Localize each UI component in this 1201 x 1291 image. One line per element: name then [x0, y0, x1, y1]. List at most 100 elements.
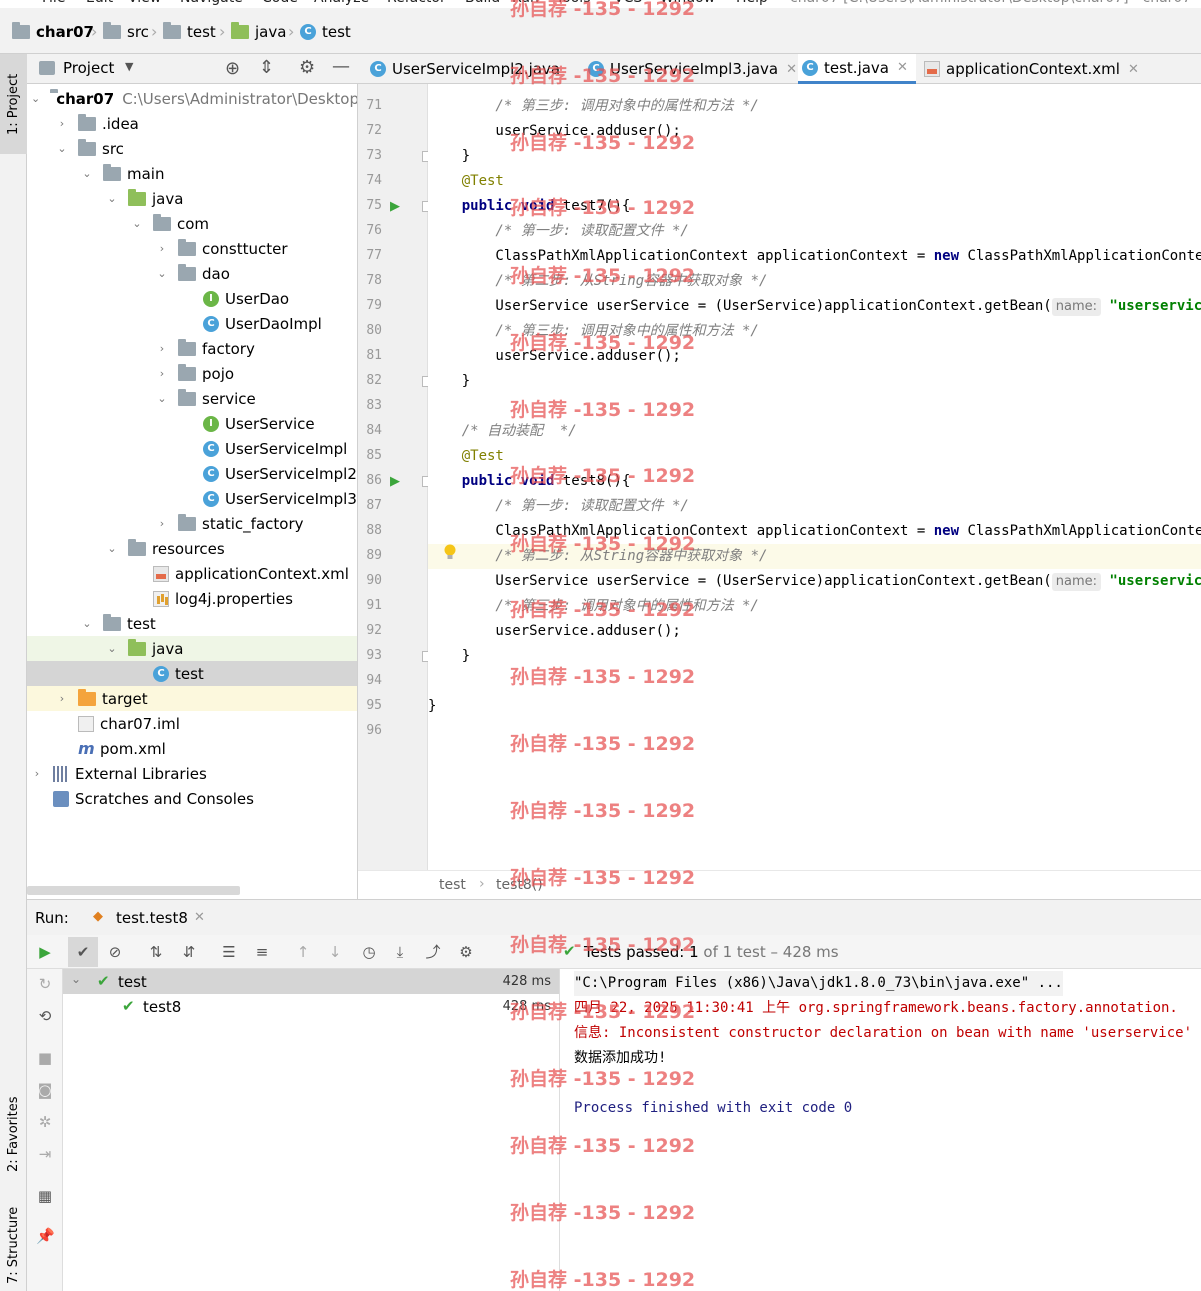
menu-item-edit[interactable]: Edit	[86, 0, 113, 6]
menu-item-help[interactable]: Help	[736, 0, 768, 6]
chevron-down-icon[interactable]: ⌄	[156, 392, 168, 405]
layout-icon[interactable]: ▦	[36, 1187, 54, 1205]
collapse-all-icon[interactable]: ⇕	[259, 57, 274, 78]
menu-item-tools[interactable]: Tools	[556, 0, 591, 6]
close-icon[interactable]: ✕	[1128, 62, 1139, 77]
chevron-down-icon[interactable]: ⌄	[106, 192, 118, 205]
tree-item[interactable]: C UserServiceImpl3	[27, 486, 357, 511]
structure-tool-tab[interactable]: 7: Structure	[0, 1199, 27, 1291]
editor-tab[interactable]: Ctest.java ✕	[798, 54, 916, 84]
menu-item-navigate[interactable]: Navigate	[180, 0, 243, 6]
close-icon[interactable]: ✕	[194, 910, 205, 925]
rerun-failed-icon[interactable]: ↻	[36, 975, 54, 993]
settings-icon[interactable]: ✲	[36, 1113, 54, 1131]
chevron-right-icon[interactable]: ›	[156, 367, 168, 380]
show-passed-icon[interactable]: ✔	[68, 937, 98, 967]
run-test-icon[interactable]: ▶	[390, 474, 404, 489]
tree-item[interactable]: › External Libraries	[27, 761, 357, 786]
tree-item[interactable]: C UserServiceImpl2	[27, 461, 357, 486]
chevron-right-icon[interactable]: ›	[156, 242, 168, 255]
test-suite-row[interactable]: ⌄ ✔ test 428 ms	[63, 969, 559, 994]
arrow-up-icon[interactable]: ↑	[294, 943, 312, 961]
chevron-down-icon[interactable]: ⌄	[131, 217, 143, 230]
tree-item[interactable]: I UserService	[27, 411, 357, 436]
menu-item-window[interactable]: Window	[660, 0, 715, 6]
breadcrumb-item[interactable]: test	[163, 21, 216, 43]
toggle-auto-test-icon[interactable]: ⟲	[36, 1007, 54, 1025]
show-ignored-icon[interactable]: ⊘	[106, 943, 124, 961]
sign-in-icon[interactable]: ⇥	[36, 1145, 54, 1163]
history-icon[interactable]: ◷	[360, 943, 378, 961]
chevron-down-icon[interactable]: ⌄	[106, 642, 118, 655]
tree-item[interactable]: ⌄ resources	[27, 536, 357, 561]
collapse-all-icon[interactable]: ≡	[253, 943, 271, 961]
rerun-icon[interactable]: ▶	[36, 943, 54, 961]
export-icon[interactable]: ⤴	[424, 943, 442, 961]
tree-item[interactable]: › factory	[27, 336, 357, 361]
camera-icon[interactable]: ◙	[36, 1081, 54, 1099]
import-icon[interactable]: ⤓	[391, 943, 409, 961]
tree-item[interactable]: log4j.properties	[27, 586, 357, 611]
pin-icon[interactable]: 📌	[36, 1227, 55, 1245]
horizontal-scrollbar[interactable]	[27, 886, 240, 895]
tree-item[interactable]: ⌄ com	[27, 211, 357, 236]
code-editor[interactable]: /* 第三步: 调用对象中的属性和方法 */ userService.addus…	[428, 84, 1201, 870]
chevron-right-icon[interactable]: ›	[156, 517, 168, 530]
menu-item-vcs[interactable]: VCS	[614, 0, 642, 6]
tree-item[interactable]: ⌄ test	[27, 611, 357, 636]
tree-item[interactable]: ⌄ char07 C:\Users\Administrator\Desktop	[27, 86, 357, 111]
run-test-icon[interactable]: ▶	[390, 199, 404, 214]
tree-item[interactable]: m pom.xml	[27, 736, 357, 761]
chevron-down-icon[interactable]: ⌄	[31, 92, 40, 105]
project-panel-title[interactable]: Project	[63, 59, 114, 77]
chevron-right-icon[interactable]: ›	[56, 692, 68, 705]
chevron-right-icon[interactable]: ›	[56, 117, 68, 130]
favorites-tool-tab[interactable]: 2: Favorites	[0, 1084, 27, 1184]
tree-item[interactable]: C UserServiceImpl	[27, 436, 357, 461]
expand-all-icon[interactable]: ☰	[220, 943, 238, 961]
gear-icon[interactable]: ⚙	[299, 57, 315, 78]
breadcrumb-item[interactable]: Ctest	[300, 21, 351, 43]
tree-item[interactable]: ⌄ java	[27, 636, 357, 661]
tree-item[interactable]: char07.iml	[27, 711, 357, 736]
gear-icon[interactable]: ⚙	[457, 943, 475, 961]
tree-item[interactable]: Scratches and Consoles	[27, 786, 357, 811]
editor-breadcrumb-method[interactable]: test8()	[496, 877, 543, 893]
tree-item[interactable]: I UserDao	[27, 286, 357, 311]
tree-item[interactable]: › target	[27, 686, 357, 711]
breadcrumb-item[interactable]: char07	[12, 21, 94, 43]
sort-duration-icon[interactable]: ⇵	[180, 943, 198, 961]
close-icon[interactable]: ✕	[786, 62, 797, 77]
editor-tab[interactable]: applicationContext.xml ✕	[920, 54, 1140, 84]
tree-item[interactable]: C UserDaoImpl	[27, 311, 357, 336]
chevron-down-icon[interactable]: ⌄	[81, 617, 93, 630]
menu-item-view[interactable]: View	[128, 0, 161, 6]
tree-item[interactable]: applicationContext.xml	[27, 561, 357, 586]
editor-tab[interactable]: C UserServiceImpl3.java ✕	[584, 54, 797, 84]
tree-item[interactable]: ⌄ java	[27, 186, 357, 211]
sort-alpha-icon[interactable]: ⇅	[147, 943, 165, 961]
menu-item-run[interactable]: Run	[512, 0, 539, 6]
breadcrumb-item[interactable]: src	[103, 21, 149, 43]
menu-item-refactor[interactable]: Refactor	[387, 0, 446, 6]
lightbulb-icon[interactable]	[443, 544, 457, 560]
chevron-down-icon[interactable]: ⌄	[81, 167, 93, 180]
tree-item[interactable]: ⌄ src	[27, 136, 357, 161]
chevron-down-icon[interactable]: ▼	[125, 60, 133, 73]
test-case-row[interactable]: ✔ test8 428 ms	[63, 994, 559, 1019]
tree-item[interactable]: ⌄ dao	[27, 261, 357, 286]
locate-icon[interactable]: ⊕	[225, 58, 240, 79]
tree-item[interactable]: › consttucter	[27, 236, 357, 261]
menu-item-file[interactable]: File	[42, 0, 65, 6]
breadcrumb-item[interactable]: java	[231, 21, 286, 43]
chevron-right-icon[interactable]: ›	[156, 342, 168, 355]
arrow-down-icon[interactable]: ↓	[326, 943, 344, 961]
chevron-down-icon[interactable]: ⌄	[71, 972, 81, 986]
chevron-down-icon[interactable]: ⌄	[56, 142, 68, 155]
chevron-down-icon[interactable]: ⌄	[156, 267, 168, 280]
tree-item[interactable]: ⌄ service	[27, 386, 357, 411]
tree-item[interactable]: › static_factory	[27, 511, 357, 536]
menu-item-code[interactable]: Code	[262, 0, 298, 6]
menu-item-analyze[interactable]: Analyze	[314, 0, 369, 6]
console-output[interactable]: "C:\Program Files (x86)\Java\jdk1.8.0_73…	[561, 969, 1201, 1291]
